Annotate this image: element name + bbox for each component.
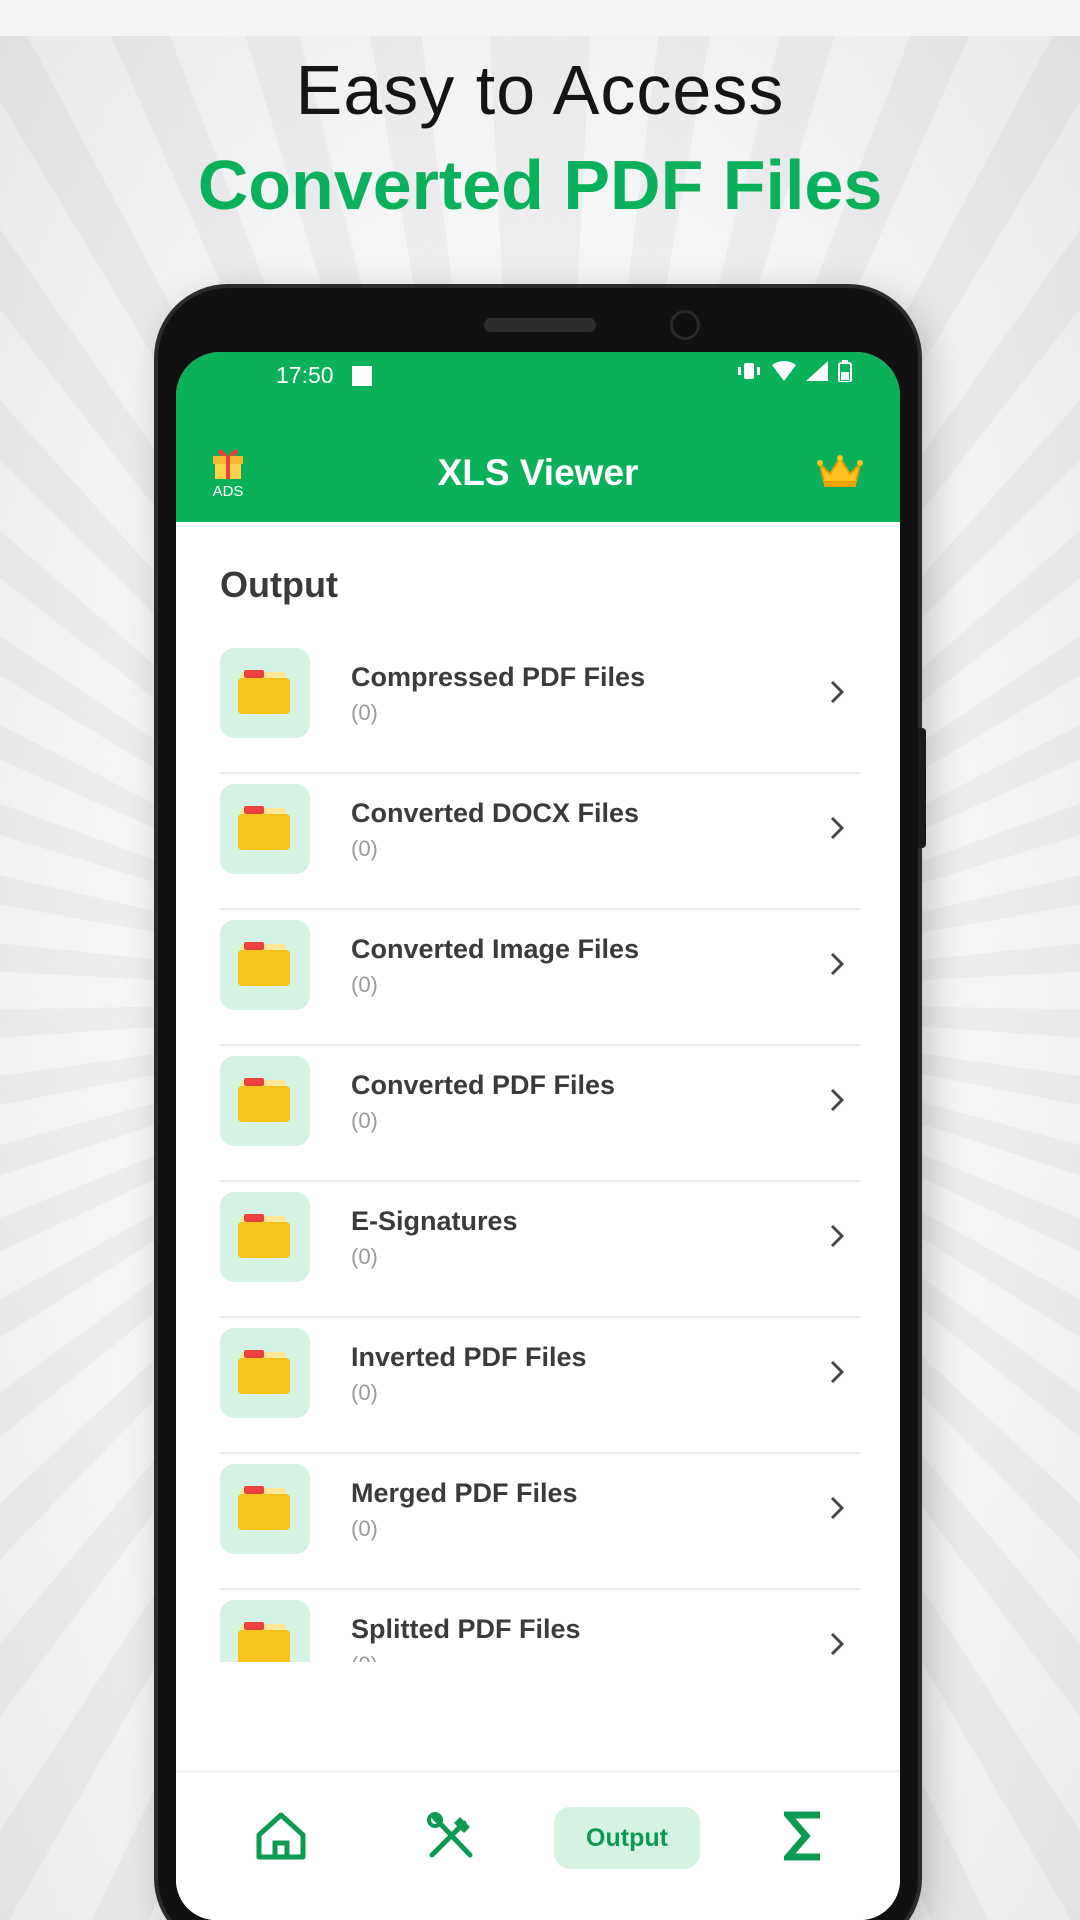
promo-headline-line2: Converted PDF Files <box>197 146 883 224</box>
chevron-right-icon <box>828 1358 846 1391</box>
folder-tile <box>220 784 310 874</box>
wifi-icon <box>772 361 796 386</box>
folder-count: (0) <box>351 700 378 725</box>
tools-icon <box>424 1812 478 1867</box>
nav-formula-button[interactable] <box>780 1811 824 1866</box>
folder-row-e-signatures[interactable]: E-Signatures (0) <box>220 1182 860 1318</box>
folder-count: (0) <box>351 1652 378 1662</box>
app-bar: 17:50 ADS XLS Viewer <box>176 352 900 522</box>
folder-title: Splitted PDF Files <box>351 1614 581 1644</box>
folder-row-compressed-pdf[interactable]: Compressed PDF Files (0) <box>220 638 860 774</box>
chevron-right-icon <box>828 1630 846 1662</box>
status-icons <box>736 360 852 387</box>
folder-title: Converted DOCX Files <box>351 798 640 828</box>
chevron-right-icon <box>828 1222 846 1255</box>
home-icon <box>254 1812 308 1867</box>
phone-speaker <box>484 318 596 332</box>
folder-row-converted-image[interactable]: Converted Image Files (0) <box>220 910 860 1046</box>
folder-count: (0) <box>351 1108 378 1133</box>
chevron-right-icon <box>828 950 846 983</box>
chevron-right-icon <box>828 678 846 711</box>
signal-icon <box>806 361 828 386</box>
section-title: Output <box>220 564 338 605</box>
sigma-icon <box>780 1811 824 1865</box>
folder-tile <box>220 1600 310 1662</box>
chevron-right-icon <box>828 814 846 847</box>
folder-row-converted-docx[interactable]: Converted DOCX Files (0) <box>220 774 860 910</box>
top-band <box>0 0 1080 36</box>
folder-row-merged-pdf[interactable]: Merged PDF Files (0) <box>220 1454 860 1590</box>
output-folder-list: Compressed PDF Files (0) Converted DOCX … <box>220 638 860 1662</box>
folder-tile <box>220 1328 310 1418</box>
folder-icon <box>238 1078 290 1122</box>
folder-icon <box>238 670 290 714</box>
folder-count: (0) <box>351 972 378 997</box>
chevron-right-icon <box>828 1494 846 1527</box>
nav-home-button[interactable] <box>254 1809 308 1868</box>
folder-row-converted-pdf[interactable]: Converted PDF Files (0) <box>220 1046 860 1182</box>
folder-title: Converted PDF Files <box>351 1070 616 1100</box>
folder-icon <box>238 1486 290 1530</box>
folder-icon <box>238 942 290 986</box>
folder-title: Inverted PDF Files <box>351 1342 587 1372</box>
folder-row-splitted-pdf[interactable]: Splitted PDF Files (0) <box>220 1590 860 1662</box>
battery-icon <box>838 360 852 387</box>
folder-icon <box>238 1622 290 1662</box>
folder-tile <box>220 920 310 1010</box>
folder-title: E-Signatures <box>351 1206 518 1236</box>
folder-row-inverted-pdf[interactable]: Inverted PDF Files (0) <box>220 1318 860 1454</box>
folder-tile <box>220 1464 310 1554</box>
folder-icon <box>238 806 290 850</box>
folder-title: Converted Image Files <box>351 934 640 964</box>
nav-output-button[interactable]: Output <box>554 1807 700 1869</box>
chevron-right-icon <box>828 1086 846 1119</box>
promo-headline-line1: Easy to Access <box>295 51 785 129</box>
phone-camera <box>670 310 700 340</box>
nav-tools-button[interactable] <box>424 1809 478 1868</box>
phone-frame: 17:50 ADS XLS Viewer Output Compressed P… <box>158 288 926 1920</box>
bottom-navigation: Output <box>176 1770 900 1920</box>
folder-title: Merged PDF Files <box>351 1478 578 1508</box>
folder-tile <box>220 648 310 738</box>
status-time: 17:50 <box>276 362 334 388</box>
folder-title: Compressed PDF Files <box>351 662 646 692</box>
folder-count: (0) <box>351 1516 378 1541</box>
vibrate-icon <box>736 361 762 386</box>
folder-count: (0) <box>351 836 378 861</box>
folder-count: (0) <box>351 1380 378 1405</box>
app-screen: 17:50 ADS XLS Viewer Output Compressed P… <box>176 352 900 1920</box>
folder-icon <box>238 1214 290 1258</box>
app-title: XLS Viewer <box>437 452 639 493</box>
folder-tile <box>220 1192 310 1282</box>
crown-icon <box>816 455 864 492</box>
phone-side-button <box>918 728 926 848</box>
notification-icon <box>352 366 372 386</box>
folder-count: (0) <box>351 1244 378 1269</box>
folder-icon <box>238 1350 290 1394</box>
premium-button[interactable] <box>816 454 864 493</box>
folder-tile <box>220 1056 310 1146</box>
